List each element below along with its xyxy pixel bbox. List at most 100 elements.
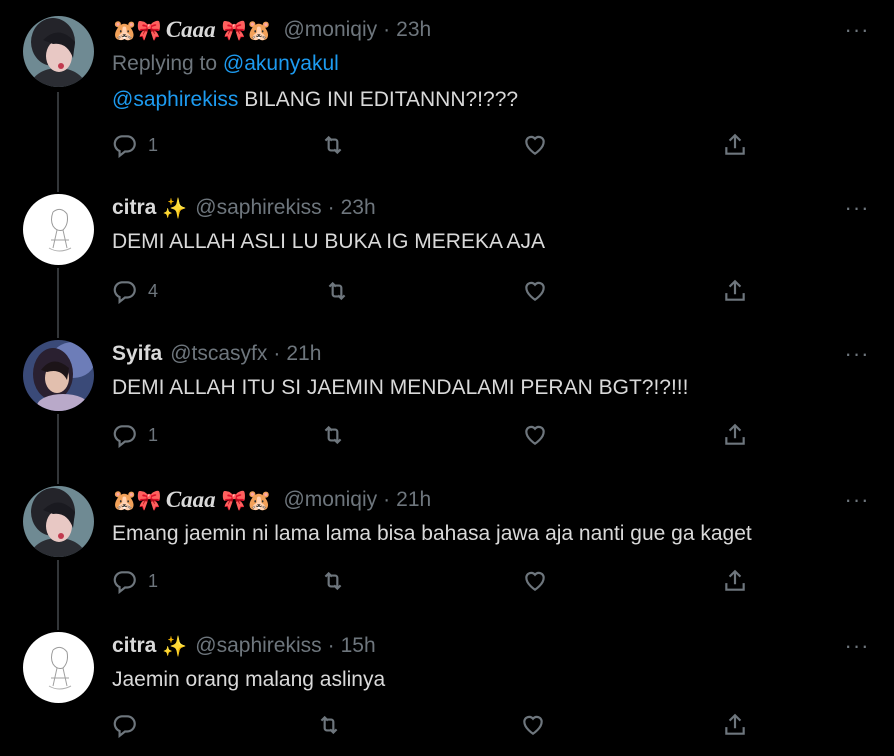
reply-count: 4 — [148, 280, 159, 301]
tweet-header: citra ✨ @saphirekiss · 23h — [112, 194, 376, 222]
retweet-button[interactable] — [320, 422, 346, 448]
retweet-button[interactable] — [320, 132, 346, 158]
more-icon[interactable]: ··· — [844, 633, 870, 658]
reply-icon — [113, 281, 136, 304]
avatar-saphirekiss[interactable] — [23, 632, 94, 703]
share-button[interactable] — [722, 278, 748, 304]
separator-dot: · — [383, 18, 391, 41]
handle[interactable]: @moniqiy — [283, 488, 377, 512]
avatar-tscasyfx[interactable] — [23, 340, 94, 411]
share-icon — [725, 713, 745, 735]
retweet-icon — [324, 571, 342, 591]
share-icon — [725, 279, 745, 301]
avatar-moniqiy[interactable] — [23, 16, 94, 87]
retweet-icon — [328, 281, 346, 301]
tweet-text: DEMI ALLAH ASLI LU BUKA IG MEREKA AJA — [112, 230, 546, 253]
bow-hamster-emoji: 🎀🐹 — [221, 488, 272, 512]
reply-button[interactable]: 1 — [112, 132, 158, 158]
reply-icon — [113, 715, 136, 738]
tweet-actions — [0, 708, 894, 742]
hamster-bow-emoji: 🐹🎀 — [112, 488, 162, 512]
display-name[interactable]: citra — [112, 196, 156, 220]
replying-to-mention[interactable]: @akunyakul — [223, 52, 339, 75]
sparkles-emoji: ✨ — [162, 196, 188, 220]
avatar-saphirekiss[interactable] — [23, 194, 94, 265]
reply-button[interactable] — [112, 712, 138, 738]
separator-dot: · — [327, 196, 335, 219]
display-name[interactable]: citra — [112, 634, 156, 658]
reply-icon — [113, 571, 136, 594]
share-icon — [725, 569, 745, 591]
retweet-button[interactable] — [320, 568, 346, 594]
reply-button[interactable]: 1 — [112, 422, 158, 448]
retweet-button[interactable] — [324, 278, 350, 304]
timestamp[interactable]: 23h — [396, 18, 431, 42]
heart-icon — [525, 425, 545, 445]
sparkles-emoji: ✨ — [162, 634, 188, 658]
heart-icon — [523, 715, 543, 735]
tweet-actions: 1 — [0, 418, 894, 452]
reply-button[interactable]: 1 — [112, 568, 158, 594]
handle[interactable]: @saphirekiss — [195, 196, 321, 220]
handle[interactable]: @moniqiy — [283, 18, 377, 42]
like-button[interactable] — [522, 422, 548, 448]
heart-icon — [525, 571, 545, 591]
like-button[interactable] — [520, 712, 546, 738]
tweet-header: citra ✨ @saphirekiss · 15h — [112, 632, 376, 660]
tweet-actions: 1 — [0, 564, 894, 598]
tweet-text: DEMI ALLAH ITU SI JAEMIN MENDALAMI PERAN… — [112, 376, 689, 399]
display-name[interactable]: Caaa — [166, 487, 216, 513]
reply-icon — [113, 425, 136, 448]
replying-to-label: Replying to — [112, 52, 218, 75]
more-icon[interactable]: ··· — [844, 17, 870, 42]
share-button[interactable] — [722, 712, 748, 738]
hamster-bow-emoji: 🐹🎀 — [112, 18, 162, 42]
more-icon[interactable]: ··· — [844, 487, 870, 512]
reply-button[interactable]: 4 — [112, 278, 158, 304]
avatar-moniqiy[interactable] — [23, 486, 94, 557]
heart-icon — [525, 281, 545, 301]
share-button[interactable] — [722, 568, 748, 594]
tweet-actions: 4 — [0, 274, 894, 308]
more-icon[interactable]: ··· — [844, 341, 870, 366]
tweet-actions: 1 — [0, 128, 894, 162]
handle[interactable]: @tscasyfx — [170, 342, 267, 366]
tweet-text: Jaemin orang malang aslinya — [112, 668, 386, 691]
reply-count: 1 — [148, 134, 159, 155]
tweet-header: 🐹🎀 Caaa 🎀🐹 @moniqiy · 21h — [112, 486, 431, 514]
display-name[interactable]: Syifa — [112, 342, 162, 366]
separator-dot: · — [383, 488, 391, 511]
heart-icon — [525, 135, 545, 155]
more-icon[interactable]: ··· — [844, 195, 870, 220]
share-icon — [725, 133, 745, 155]
reply-count: 1 — [148, 424, 159, 445]
retweet-icon — [324, 425, 342, 445]
like-button[interactable] — [522, 278, 548, 304]
retweet-button[interactable] — [316, 712, 342, 738]
tweet-header: Syifa @tscasyfx · 21h — [112, 340, 321, 368]
separator-dot: · — [273, 342, 281, 365]
display-name[interactable]: Caaa — [166, 17, 216, 43]
like-button[interactable] — [522, 132, 548, 158]
retweet-icon — [320, 715, 338, 735]
reply-count: 1 — [148, 570, 159, 591]
replying-to: Replying to @akunyakul — [112, 52, 339, 76]
tweet-text: @saphirekiss BILANG INI EDITANNN?!??? — [112, 88, 518, 112]
tweet-header: 🐹🎀 Caaa 🎀🐹 @moniqiy · 23h — [112, 16, 431, 44]
reply-icon — [113, 135, 136, 158]
timestamp[interactable]: 21h — [396, 488, 431, 512]
like-button[interactable] — [522, 568, 548, 594]
mention-link[interactable]: @saphirekiss — [112, 88, 238, 111]
share-button[interactable] — [722, 422, 748, 448]
share-button[interactable] — [722, 132, 748, 158]
timestamp[interactable]: 23h — [341, 196, 376, 220]
tweet-body: BILANG INI EDITANNN?!??? — [238, 88, 519, 111]
timestamp[interactable]: 15h — [341, 634, 376, 658]
share-icon — [725, 423, 745, 445]
retweet-icon — [324, 135, 342, 155]
tweet-text: Emang jaemin ni lama lama bisa bahasa ja… — [112, 522, 752, 545]
handle[interactable]: @saphirekiss — [195, 634, 321, 658]
bow-hamster-emoji: 🎀🐹 — [221, 18, 272, 42]
timestamp[interactable]: 21h — [286, 342, 321, 366]
separator-dot: · — [327, 634, 335, 657]
